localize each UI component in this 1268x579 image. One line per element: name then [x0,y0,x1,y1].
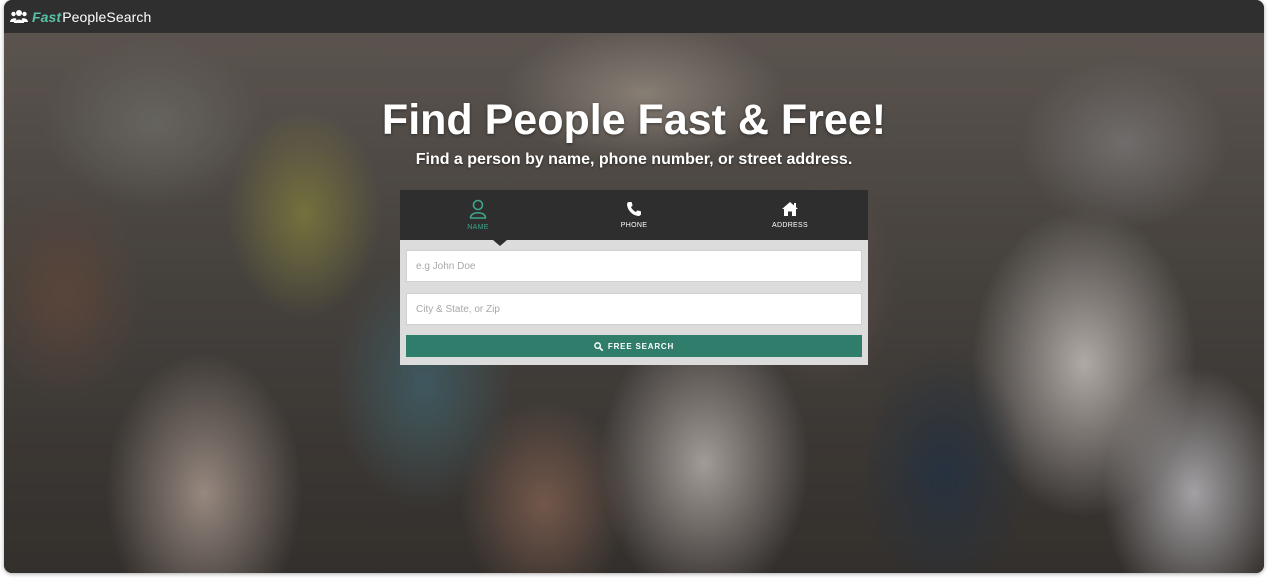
search-icon [594,341,603,351]
search-tabs: NAME PHONE ADDRESS [400,190,868,246]
search-panel: NAME PHONE ADDRESS e.g John Doe City & S… [400,190,868,365]
home-icon [782,202,798,216]
location-input[interactable] [406,293,862,325]
tab-address-label: ADDRESS [772,222,808,229]
site-logo[interactable]: FastPeopleSearch [10,9,151,25]
phone-icon [627,202,641,216]
tab-address[interactable]: ADDRESS [712,190,868,240]
tab-phone[interactable]: PHONE [556,190,712,240]
logo-text-fast: Fast [32,8,62,25]
browser-window: FastPeopleSearch Find People Fast & Free… [4,0,1264,573]
logo-text: FastPeopleSearch [32,9,151,25]
logo-text-rest: PeopleSearch [62,8,152,25]
free-search-button[interactable]: FREE SEARCH [406,335,862,357]
active-tab-indicator [493,240,507,246]
hero-subtitle: Find a person by name, phone number, or … [415,151,853,168]
users-icon [10,9,28,23]
tab-phone-label: PHONE [620,222,648,229]
name-input[interactable] [406,250,862,282]
search-form: FREE SEARCH [400,240,868,365]
tab-name-label: NAME [467,224,489,231]
free-search-label: FREE SEARCH [607,341,675,351]
user-icon [469,199,487,219]
tab-name[interactable]: NAME [400,190,556,240]
hero-title: Find People Fast & Free! [381,96,887,144]
top-navbar: FastPeopleSearch [4,0,1264,33]
